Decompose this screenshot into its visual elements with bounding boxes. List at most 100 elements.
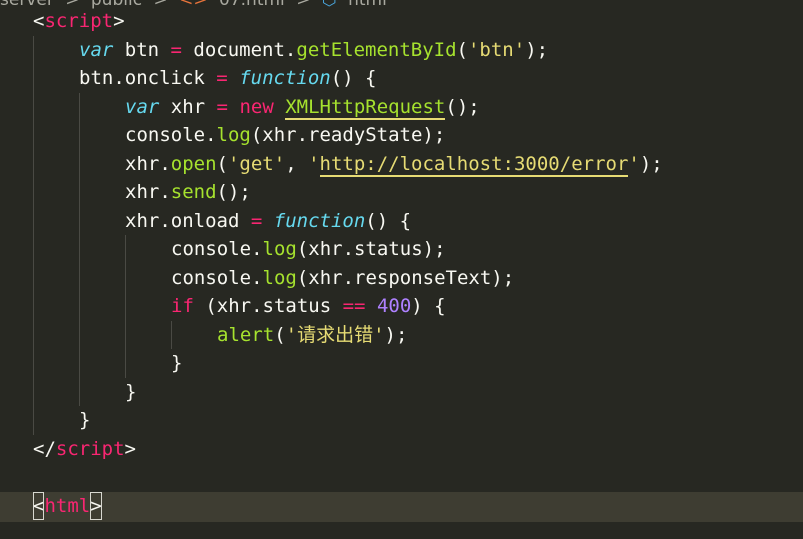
code-line-14: } [33,377,663,406]
token: ); [384,323,408,346]
token: } [79,409,91,431]
token: var [79,38,114,61]
indent-guide [33,121,79,150]
token: 400 [376,295,412,317]
token: btn [113,38,171,61]
code-line-10: console.log(xhr.responseText); [33,263,663,292]
token: < [33,10,45,32]
token: ) { [411,295,446,317]
token: } [125,380,137,403]
token: </ [33,437,56,460]
code-line-18: <html> [33,491,663,520]
token: > [113,10,125,32]
token: script [44,10,114,32]
token: if [171,295,194,317]
token: console. [171,266,263,289]
token: = [216,67,228,89]
token: getElementById [296,38,457,61]
token: ' [308,152,320,175]
url-link[interactable]: http://localhost:3000/error [319,152,629,177]
code-line-8: xhr.onload = function() { [33,206,663,235]
token: btn.onclick [79,67,217,89]
token: (xhr.readyState); [250,124,446,146]
code-line-12: alert('请求出错'); [33,320,663,349]
indent-guide [33,64,79,93]
code-line-13: } [33,349,663,378]
indent-guide [79,292,125,321]
code-line-11: if (xhr.status == 400) { [33,292,663,321]
token: ( [274,323,286,346]
token: (xhr.responseText); [296,266,515,289]
token: new [239,95,274,118]
token: xhr. [125,152,171,175]
indent-guide [79,263,125,292]
token: console. [125,124,217,146]
indent-guide [79,92,125,121]
token: ); [525,38,549,61]
token: open [170,152,217,175]
indent-guide [79,349,125,378]
indent-guide [33,35,79,64]
token: ' [628,152,640,175]
indent-guide [33,149,79,178]
indent-guide [33,406,79,435]
code-line-9: console.log(xhr.status); [33,235,663,264]
indent-guide [79,377,125,406]
token: (xhr.status [193,295,343,317]
token: ( [216,152,228,175]
indent-guide [125,292,171,321]
indent-guide [79,149,125,178]
token: (xhr.status); [296,238,446,260]
indent-guide [79,206,125,235]
token: XMLHttpRequest [285,95,446,120]
code-line-15: } [33,406,663,435]
token: '请求出错' [285,323,385,346]
code-line-2: var btn = document.getElementById('btn')… [33,35,663,64]
token: ( [456,38,468,61]
indent-guide [79,121,125,150]
token: == [342,295,366,317]
token: alert [217,323,275,346]
indent-guide [33,235,79,264]
token: , [285,152,309,175]
token: function [239,67,331,89]
indent-guide [171,320,217,349]
indent-guide [33,292,79,321]
indent-guide [33,206,79,235]
code-editor[interactable]: server > public > <> 07.html > ⬡ html <s… [0,0,803,539]
indent-guide [125,349,171,378]
code-line-1: <script> [33,7,663,36]
token: > [124,437,136,460]
bracket-match-close: > [90,491,102,520]
token: log [216,124,251,146]
code-line-7: xhr.send(); [33,178,663,207]
token: (); [445,95,480,118]
token: log [262,238,297,260]
token: send [170,181,217,203]
token: ); [639,152,663,175]
token: var [125,95,160,118]
token: document. [181,38,297,61]
indent-guide [125,320,171,349]
token: () { [330,67,377,89]
indent-guide [33,349,79,378]
token: xhr. [125,181,171,203]
bracket-match-open: < [33,491,45,520]
code-line-5: console.log(xhr.readyState); [33,121,663,150]
token: (); [216,181,251,203]
token: xhr.onload [125,209,251,232]
token: html [44,494,91,517]
token: () { [365,209,412,232]
indent-guide [125,235,171,264]
token: = [250,209,263,232]
token: log [262,266,297,289]
code-line-6: xhr.open('get', 'http://localhost:3000/e… [33,149,663,178]
token: 'get' [227,152,286,175]
code-lines[interactable]: <script> var btn = document.getElementBy… [33,7,663,520]
indent-guide [33,320,79,349]
token: 'btn' [467,38,526,61]
